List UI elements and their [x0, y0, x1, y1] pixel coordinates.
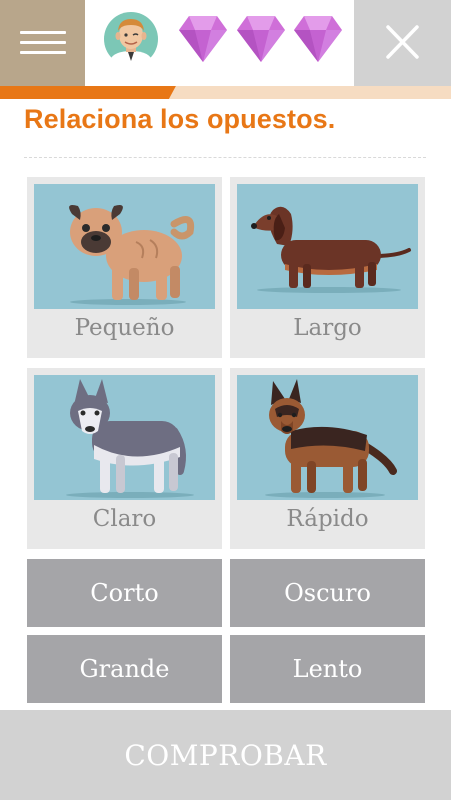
dachshund-dog-image [237, 184, 418, 309]
card-label: Rápido [286, 506, 369, 532]
word-tile-label: Lento [292, 655, 363, 683]
top-bar [0, 0, 451, 86]
gem-icon [294, 16, 342, 62]
word-tile-oscuro[interactable]: Oscuro [230, 559, 425, 627]
card-label: Pequeño [74, 315, 175, 341]
picture-card-pequeno[interactable]: Pequeño [27, 177, 222, 358]
menu-button[interactable] [0, 0, 85, 86]
close-icon [386, 25, 419, 59]
card-label: Largo [293, 315, 362, 341]
progress-fill [0, 86, 176, 99]
word-tile-corto[interactable]: Corto [27, 559, 222, 627]
lesson-progress-bar [0, 86, 451, 99]
husky-dog-image [34, 375, 215, 500]
word-tile-label: Corto [90, 579, 159, 607]
word-tile-grande[interactable]: Grande [27, 635, 222, 703]
check-button[interactable]: COMPROBAR [0, 710, 451, 800]
close-button[interactable] [354, 0, 451, 86]
picture-card-claro[interactable]: Claro [27, 368, 222, 549]
word-tile-label: Grande [79, 655, 170, 683]
avatar-icon[interactable] [103, 11, 159, 67]
card-label: Claro [92, 506, 157, 532]
check-button-label: COMPROBAR [124, 738, 327, 772]
hamburger-menu-icon-bar [20, 41, 66, 44]
picture-card-rapido[interactable]: Rápido [230, 368, 425, 549]
gem-icon [237, 16, 285, 62]
german-shepherd-dog-image [237, 375, 418, 500]
pug-dog-image [34, 184, 215, 309]
word-tile-label: Oscuro [284, 579, 371, 607]
hamburger-menu-icon [20, 31, 66, 34]
exercise-title: Relaciona los opuestos. [24, 104, 336, 134]
word-tile-lento[interactable]: Lento [230, 635, 425, 703]
gem-icon [179, 16, 227, 62]
header-status [85, 0, 354, 86]
hamburger-menu-icon-bar [20, 51, 66, 54]
title-divider [24, 157, 426, 158]
picture-card-largo[interactable]: Largo [230, 177, 425, 358]
